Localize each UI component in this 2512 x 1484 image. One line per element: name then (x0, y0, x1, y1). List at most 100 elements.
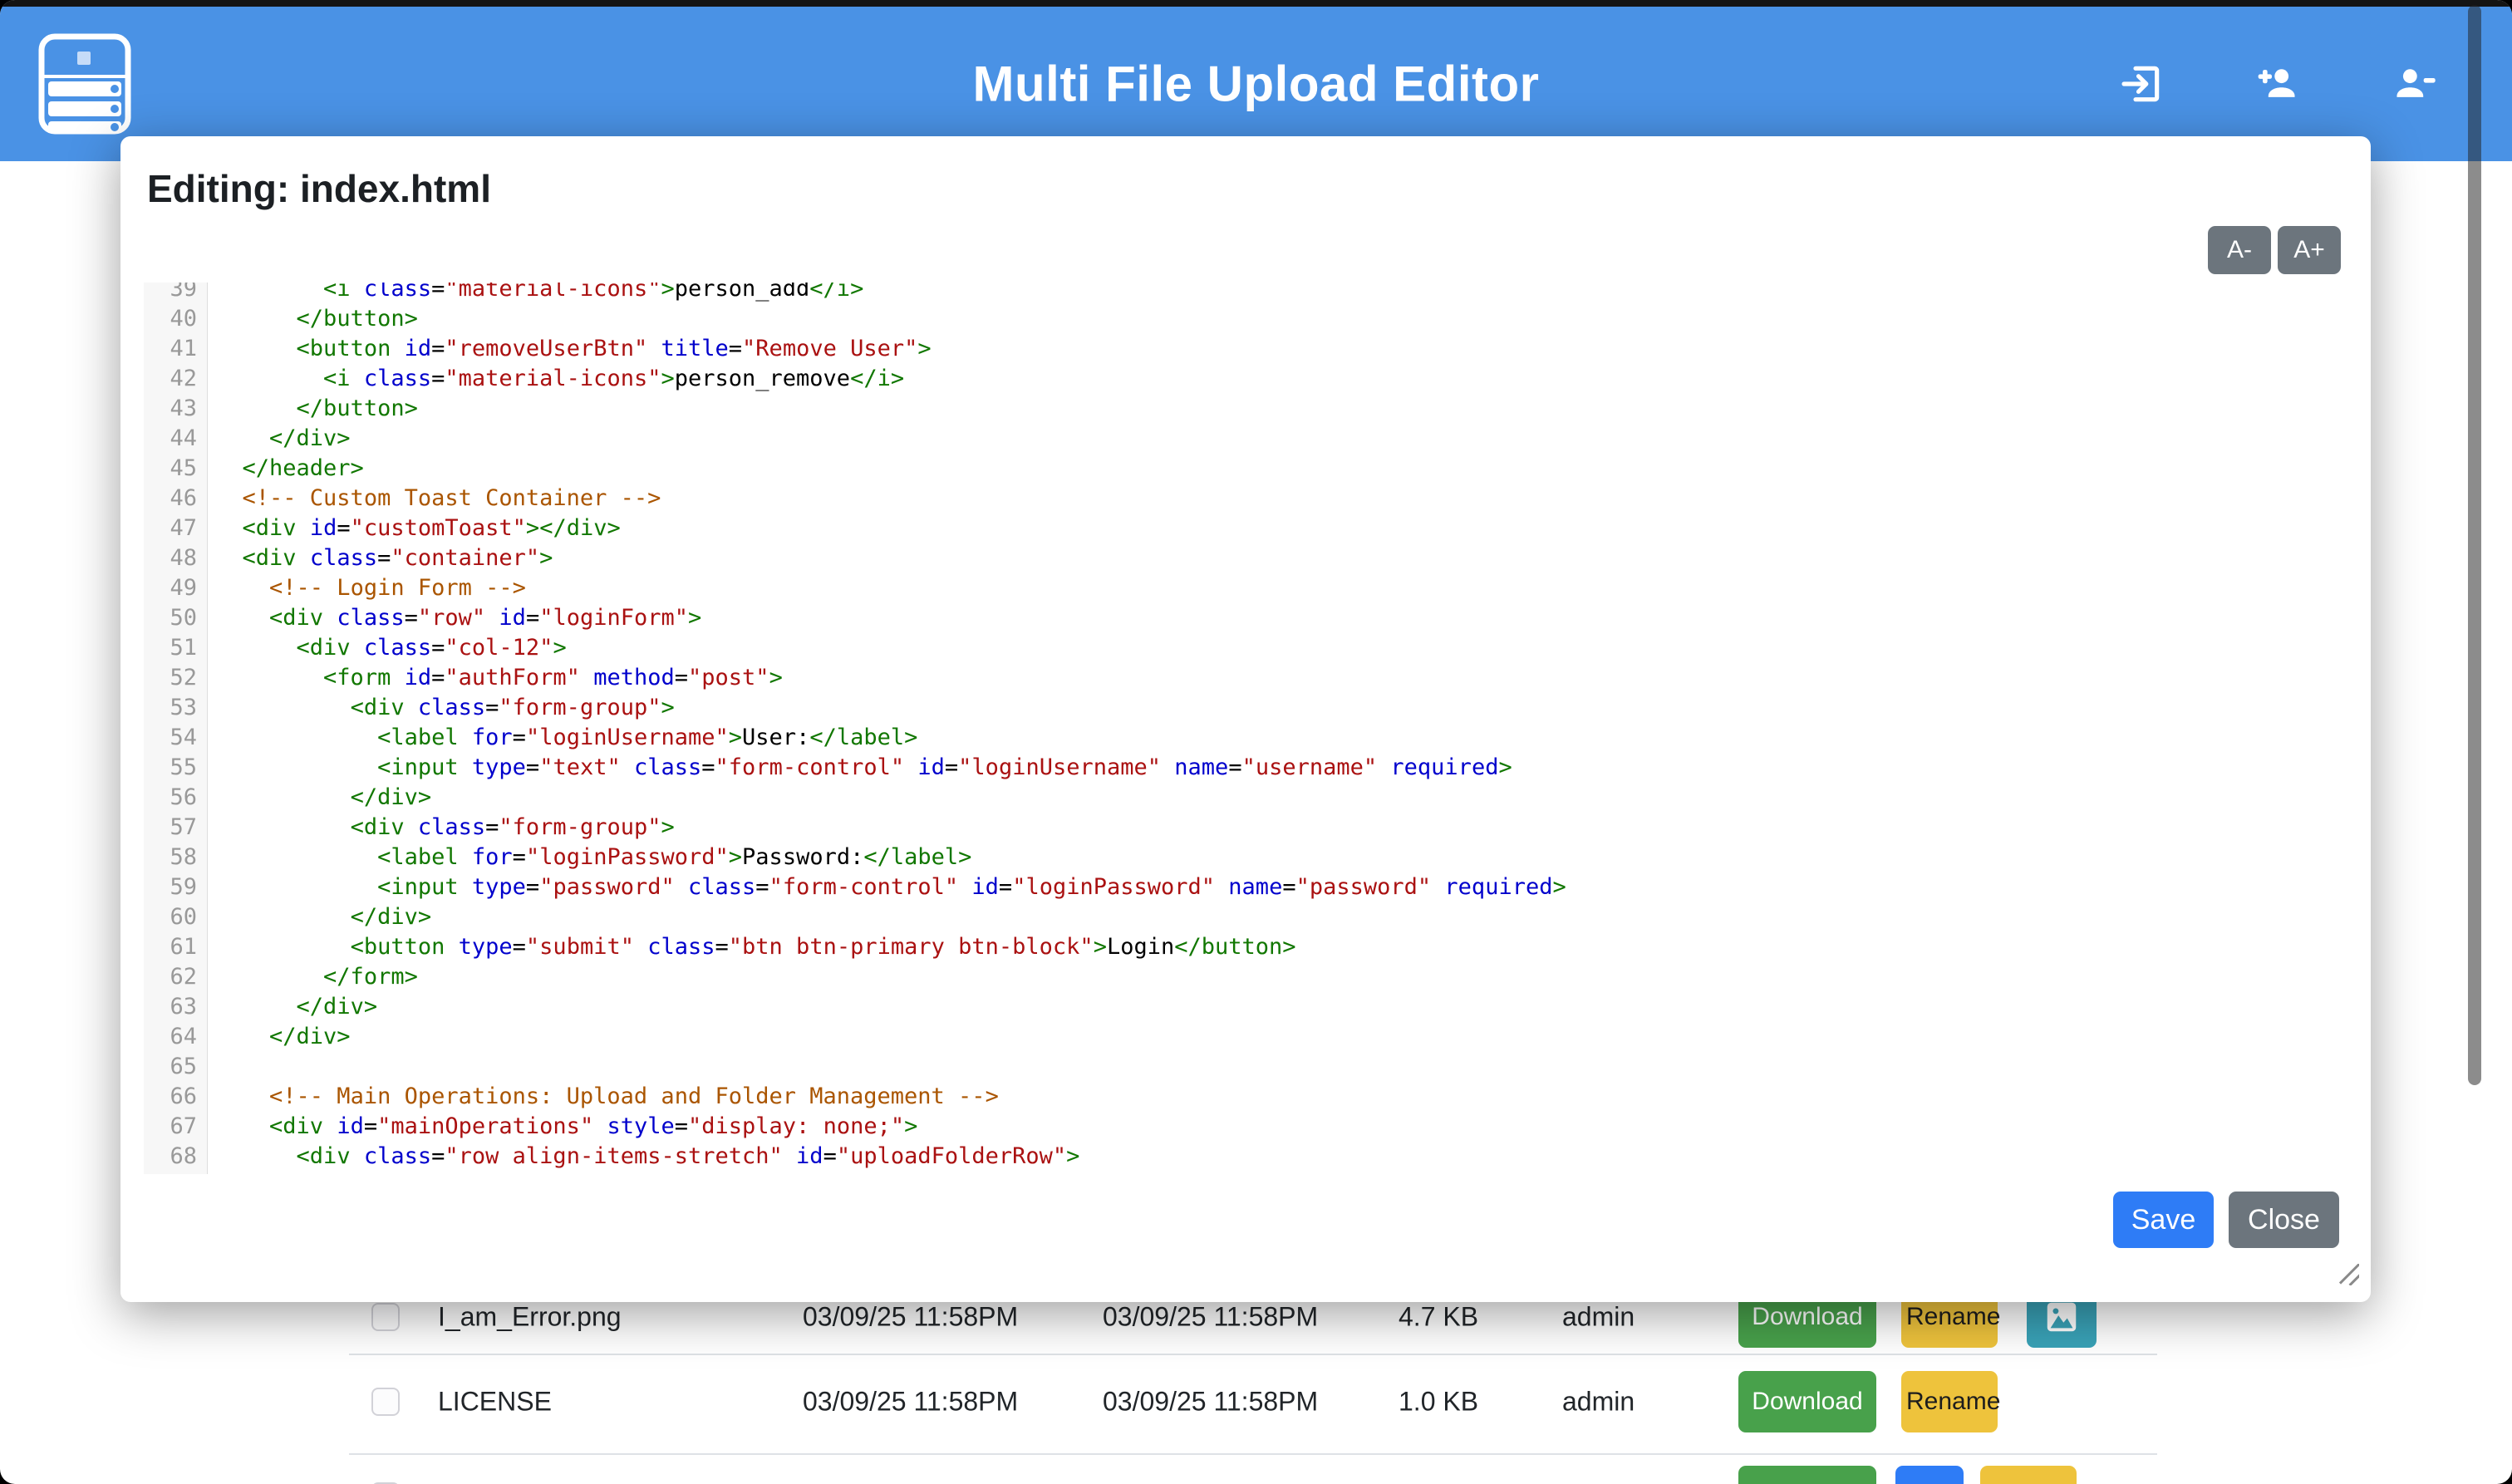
code-line[interactable]: 64 </div> (144, 1022, 2347, 1052)
code-text (208, 1052, 229, 1082)
code-line[interactable]: 39 <i class="material-icons">person_add<… (144, 283, 2347, 304)
code-text: <label for="loginUsername">User:</label> (208, 723, 917, 753)
code-line[interactable]: 49 <!-- Login Form --> (144, 573, 2347, 603)
code-line[interactable]: 67 <div id="mainOperations" style="displ… (144, 1112, 2347, 1142)
table-row: LICENSE03/09/25 11:58PM03/09/25 11:58PM1… (349, 1360, 2161, 1443)
code-line[interactable]: 63 </div> (144, 992, 2347, 1022)
code-text: <div class="container"> (208, 543, 553, 573)
code-line[interactable]: 53 <div class="form-group"> (144, 693, 2347, 723)
code-line[interactable]: 43 </button> (144, 394, 2347, 424)
save-button[interactable]: Save (2113, 1192, 2214, 1248)
code-text: </div> (208, 1022, 351, 1052)
code-line[interactable]: 56 </div> (144, 783, 2347, 813)
line-number: 54 (144, 723, 207, 753)
font-decrease-button[interactable]: A- (2208, 226, 2271, 274)
modal-resize-handle[interactable] (2337, 1264, 2359, 1285)
code-line[interactable]: 41 <button id="removeUserBtn" title="Rem… (144, 334, 2347, 364)
row-checkbox[interactable] (371, 1388, 400, 1416)
line-number: 65 (144, 1052, 207, 1082)
line-number: 62 (144, 962, 207, 992)
code-line[interactable]: 40 </button> (144, 304, 2347, 334)
file-name: I_am_Error.png (438, 1302, 622, 1333)
file-size: 1.0 KB (1399, 1387, 1478, 1418)
code-text: <!-- Main Operations: Upload and Folder … (208, 1082, 999, 1112)
code-line[interactable]: 42 <i class="material-icons">person_remo… (144, 364, 2347, 394)
download-button[interactable]: Download (1738, 1371, 1876, 1432)
code-line[interactable]: 60 </div> (144, 902, 2347, 932)
line-number: 68 (144, 1142, 207, 1172)
line-number: 67 (144, 1112, 207, 1142)
line-number: 56 (144, 783, 207, 813)
font-increase-button[interactable]: A+ (2278, 226, 2341, 274)
line-number: 43 (144, 394, 207, 424)
line-number: 66 (144, 1082, 207, 1112)
code-line[interactable]: 50 <div class="row" id="loginForm"> (144, 603, 2347, 633)
file-owner: admin (1562, 1302, 1635, 1333)
line-number: 50 (144, 603, 207, 633)
code-text: <!-- Custom Toast Container --> (208, 484, 661, 514)
line-number: 44 (144, 424, 207, 454)
line-number: 49 (144, 573, 207, 603)
code-text: <i class="material-icons">person_add</i> (208, 283, 863, 304)
code-line[interactable]: 48 <div class="container"> (144, 543, 2347, 573)
line-number: 46 (144, 484, 207, 514)
code-line[interactable]: 59 <input type="password" class="form-co… (144, 872, 2347, 902)
code-line[interactable]: 66 <!-- Main Operations: Upload and Fold… (144, 1082, 2347, 1112)
code-text: <button id="removeUserBtn" title="Remove… (208, 334, 932, 364)
created-time: 03/09/25 11:58PM (1103, 1302, 1318, 1333)
line-number: 60 (144, 902, 207, 932)
file-size: 6.1 KB (1399, 1482, 1478, 1484)
code-line[interactable]: 68 <div class="row align-items-stretch" … (144, 1142, 2347, 1172)
code-text: <label for="loginPassword">Password:</la… (208, 843, 971, 872)
code-line[interactable]: 57 <div class="form-group"> (144, 813, 2347, 843)
line-number: 58 (144, 843, 207, 872)
line-number: 42 (144, 364, 207, 394)
line-number: 55 (144, 753, 207, 783)
created-time: 03/09/25 11:58PM (1103, 1387, 1318, 1418)
row-checkbox[interactable] (371, 1303, 400, 1331)
login-icon[interactable] (2118, 61, 2165, 107)
app-window: Multi File Upload Editor (0, 0, 2512, 1484)
code-line[interactable]: 55 <input type="text" class="form-contro… (144, 753, 2347, 783)
person-add-icon[interactable] (2254, 61, 2301, 107)
code-line[interactable]: 61 <button type="submit" class="btn btn-… (144, 932, 2347, 962)
file-name: README.md (438, 1482, 596, 1484)
code-text: <div class="col-12"> (208, 633, 567, 663)
code-line[interactable]: 47 <div id="customToast"></div> (144, 514, 2347, 543)
code-editor[interactable]: 39 <i class="material-icons">person_add<… (144, 283, 2347, 1174)
rename-button[interactable]: Rename (1980, 1466, 2077, 1484)
line-number: 57 (144, 813, 207, 843)
code-line[interactable]: 65 (144, 1052, 2347, 1082)
line-number: 64 (144, 1022, 207, 1052)
line-number: 40 (144, 304, 207, 334)
download-button[interactable]: Download (1738, 1466, 1876, 1484)
file-name: LICENSE (438, 1387, 552, 1418)
file-owner: admin (1562, 1387, 1635, 1418)
code-text: <input type="password" class="form-contr… (208, 872, 1566, 902)
code-text: <!-- Login Form --> (208, 573, 526, 603)
code-text: <input type="text" class="form-control" … (208, 753, 1512, 783)
created-time: 03/09/25 11:58PM (1103, 1482, 1318, 1484)
close-button[interactable]: Close (2229, 1192, 2339, 1248)
edit-button[interactable]: Edit (1895, 1466, 1964, 1484)
line-number: 63 (144, 992, 207, 1022)
code-line[interactable]: 44 </div> (144, 424, 2347, 454)
code-text: <div id="customToast"></div> (208, 514, 621, 543)
code-text: <div class="form-group"> (208, 693, 675, 723)
code-line[interactable]: 45 </header> (144, 454, 2347, 484)
code-line[interactable]: 58 <label for="loginPassword">Password:<… (144, 843, 2347, 872)
modified-time: 03/09/25 11:58PM (803, 1302, 1018, 1333)
rename-button[interactable]: Rename (1901, 1371, 1998, 1432)
line-number: 52 (144, 663, 207, 693)
code-line[interactable]: 54 <label for="loginUsername">User:</lab… (144, 723, 2347, 753)
person-remove-icon[interactable] (2391, 61, 2437, 107)
code-line[interactable]: 51 <div class="col-12"> (144, 633, 2347, 663)
code-line[interactable]: 46 <!-- Custom Toast Container --> (144, 484, 2347, 514)
code-text: </button> (208, 394, 418, 424)
code-line[interactable]: 62 </form> (144, 962, 2347, 992)
code-line[interactable]: 52 <form id="authForm" method="post"> (144, 663, 2347, 693)
code-text: </div> (208, 783, 431, 813)
code-text: </button> (208, 304, 418, 334)
code-text: </div> (208, 902, 431, 932)
page-scrollbar[interactable] (2468, 5, 2481, 1085)
